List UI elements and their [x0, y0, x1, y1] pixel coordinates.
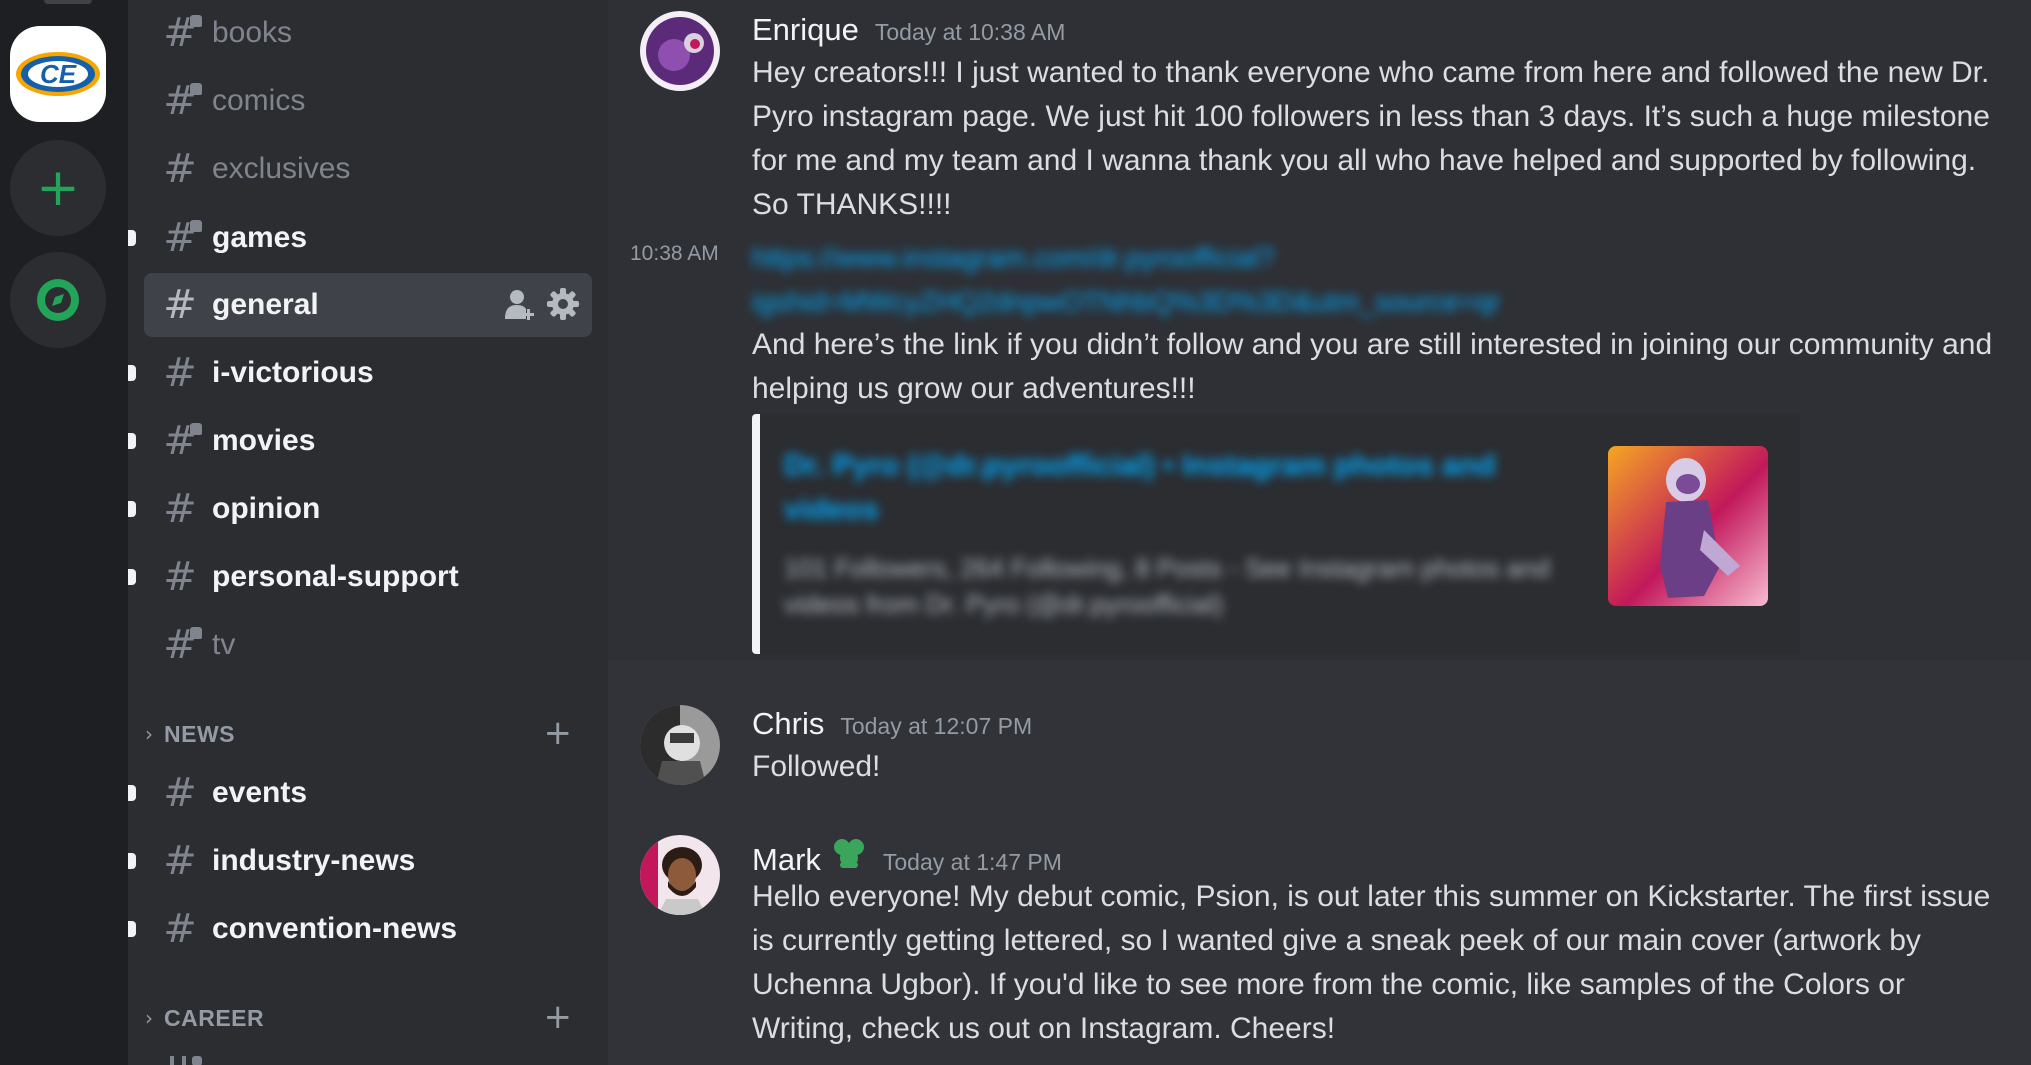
unread-indicator: [128, 785, 136, 801]
channel-name: movies: [212, 424, 316, 457]
channel-exclusives[interactable]: # exclusives: [144, 137, 592, 201]
author-name[interactable]: Mark: [752, 842, 821, 878]
channel-name: comics: [212, 84, 306, 117]
avatar-image: [640, 11, 720, 91]
add-channel-icon[interactable]: +: [544, 1000, 573, 1034]
channel-name: personal-support: [212, 560, 459, 593]
add-server-button[interactable]: +: [10, 140, 106, 236]
hash-icon: #: [163, 770, 197, 816]
category-label: NEWS: [164, 720, 235, 747]
hash-lock-icon: #: [160, 421, 202, 461]
author-name[interactable]: Chris: [752, 706, 824, 742]
message-header: Mark Today at 1:47 PM: [752, 836, 1062, 878]
chevron-right-icon: ›: [145, 722, 153, 746]
embed-title[interactable]: Dr. Pyro (@dr.pyroofficial) • Instagram …: [784, 444, 1524, 532]
channel-name: games: [212, 221, 308, 254]
channel-name: convention-news: [212, 912, 458, 945]
unread-indicator: [128, 501, 136, 517]
hash-icon: #: [163, 486, 197, 532]
channel-tv[interactable]: # tv: [144, 613, 592, 677]
channel-sidebar: # books # comics # exclusives # games # …: [128, 0, 608, 1065]
hash-icon: #: [163, 350, 197, 396]
channel-opinion[interactable]: # opinion: [144, 477, 592, 541]
hash-icon: #: [163, 838, 197, 884]
message-link[interactable]: igshid=MWcyZHQ2dnpwOTNhbQ%3D%3D&utm_sour…: [752, 282, 1512, 322]
rail-divider: [44, 0, 92, 4]
hash-icon: #: [163, 906, 197, 952]
unread-indicator: [128, 569, 136, 585]
message-header: Chris Today at 12:07 PM: [752, 706, 1032, 742]
channel-books[interactable]: # books: [144, 1, 592, 65]
explore-servers-button[interactable]: [10, 252, 106, 348]
message-timestamp: Today at 1:47 PM: [882, 849, 1062, 875]
create-invite-icon[interactable]: [504, 287, 536, 321]
channel-name: events: [212, 776, 308, 809]
hash-icon: #: [163, 146, 197, 192]
hash-icon: #: [163, 554, 197, 600]
hover-timestamp: 10:38 AM: [630, 242, 719, 265]
unread-indicator: [128, 230, 136, 246]
hash-lock-icon: #: [160, 81, 202, 121]
channel-name: tv: [212, 628, 236, 661]
link-embed: Dr. Pyro (@dr.pyroofficial) • Instagram …: [752, 414, 1800, 654]
channel-i-victorious[interactable]: # i-victorious: [144, 341, 592, 405]
avatar[interactable]: [640, 835, 720, 915]
server-rail: CE +: [0, 0, 128, 1065]
channel-actions: [504, 287, 580, 321]
category-label: CAREER: [164, 1004, 265, 1031]
message-text: Hello everyone! My debut comic, Psion, i…: [752, 880, 1991, 1045]
unread-indicator: [128, 853, 136, 869]
embed-thumbnail[interactable]: [1608, 446, 1768, 606]
chevron-right-icon: ›: [145, 1006, 153, 1030]
channel-events[interactable]: # events: [144, 761, 592, 825]
channel-name: opinion: [212, 492, 321, 525]
compass-icon: [37, 279, 79, 321]
hash-lock-icon: #: [160, 13, 202, 53]
channel-name: industry-news: [212, 844, 416, 877]
channel-name: exclusives: [212, 152, 351, 185]
category-career[interactable]: › CAREER +: [138, 998, 592, 1038]
hash-lock-icon: [160, 1056, 202, 1065]
channel-name: general: [212, 288, 319, 321]
message-text: Followed!: [752, 750, 881, 783]
channel-name: books: [212, 16, 293, 49]
avatar[interactable]: [640, 11, 720, 91]
gear-icon[interactable]: [546, 287, 580, 321]
channel-personal-support[interactable]: # personal-support: [144, 545, 592, 609]
thumbnail-image: [1608, 446, 1768, 606]
plus-icon: +: [36, 158, 80, 218]
server-icon-ce[interactable]: CE: [10, 26, 106, 122]
channel-games[interactable]: # games: [144, 206, 592, 270]
message-timestamp: Today at 12:07 PM: [840, 713, 1033, 739]
message-header: Enrique Today at 10:38 AM: [752, 12, 1065, 48]
hash-lock-icon: #: [160, 625, 202, 665]
message-text: Hey creators!!! I just wanted to thank e…: [752, 56, 1990, 221]
avatar-image: [640, 835, 720, 915]
hash-lock-icon: #: [160, 218, 202, 258]
channel-movies[interactable]: # movies: [144, 409, 592, 473]
add-channel-icon[interactable]: +: [544, 716, 573, 750]
message-link[interactable]: https://www.instagram.com/dr.pyroofficia…: [752, 238, 1512, 278]
unread-indicator: [128, 433, 136, 449]
avatar-image: [640, 705, 720, 785]
ce-logo-icon: CE: [16, 52, 100, 96]
channel-name: i-victorious: [212, 356, 374, 389]
ce-logo-text: CE: [40, 59, 77, 89]
author-name[interactable]: Enrique: [752, 12, 859, 48]
clover-badge-icon: [833, 839, 864, 868]
channel-general[interactable]: # general: [144, 273, 592, 337]
channel-convention-news[interactable]: # convention-news: [144, 897, 592, 961]
channel-comics[interactable]: # comics: [144, 69, 592, 133]
category-news[interactable]: › NEWS +: [138, 714, 592, 754]
message-timestamp: Today at 10:38 AM: [874, 19, 1066, 45]
embed-description: 101 Followers, 264 Following, 8 Posts - …: [784, 553, 1550, 619]
unread-indicator: [128, 921, 136, 937]
message-text: And here’s the link if you didn’t follow…: [752, 328, 1993, 405]
chat-area: Enrique Today at 10:38 AM Hey creators!!…: [608, 0, 2031, 1065]
avatar[interactable]: [640, 705, 720, 785]
channel-industry-news[interactable]: # industry-news: [144, 829, 592, 893]
unread-indicator: [128, 365, 136, 381]
hash-icon: #: [163, 282, 197, 328]
